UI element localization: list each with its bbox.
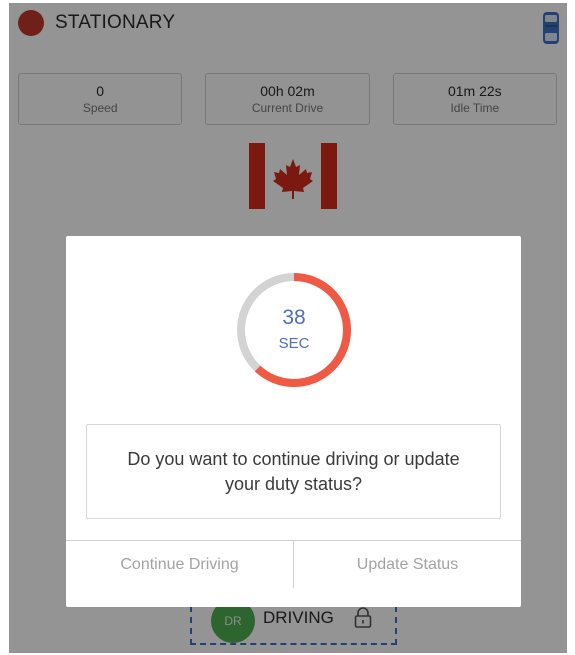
continue-driving-button[interactable]: Continue Driving: [66, 541, 293, 588]
question-text: Do you want to continue driving or updat…: [127, 448, 460, 494]
countdown-readout: 38 SEC: [236, 272, 352, 388]
eld-screen: STATIONARY 0 Speed 00h 02m Current Drive…: [9, 3, 567, 653]
countdown-seconds: 38: [282, 306, 306, 329]
update-status-button[interactable]: Update Status: [293, 541, 521, 588]
question-panel: Do you want to continue driving or updat…: [86, 424, 501, 519]
countdown-unit: SEC: [278, 335, 310, 352]
dialog-actions: Continue Driving Update Status: [66, 540, 521, 588]
continue-driving-dialog: 38 SEC Do you want to continue driving o…: [66, 236, 521, 607]
